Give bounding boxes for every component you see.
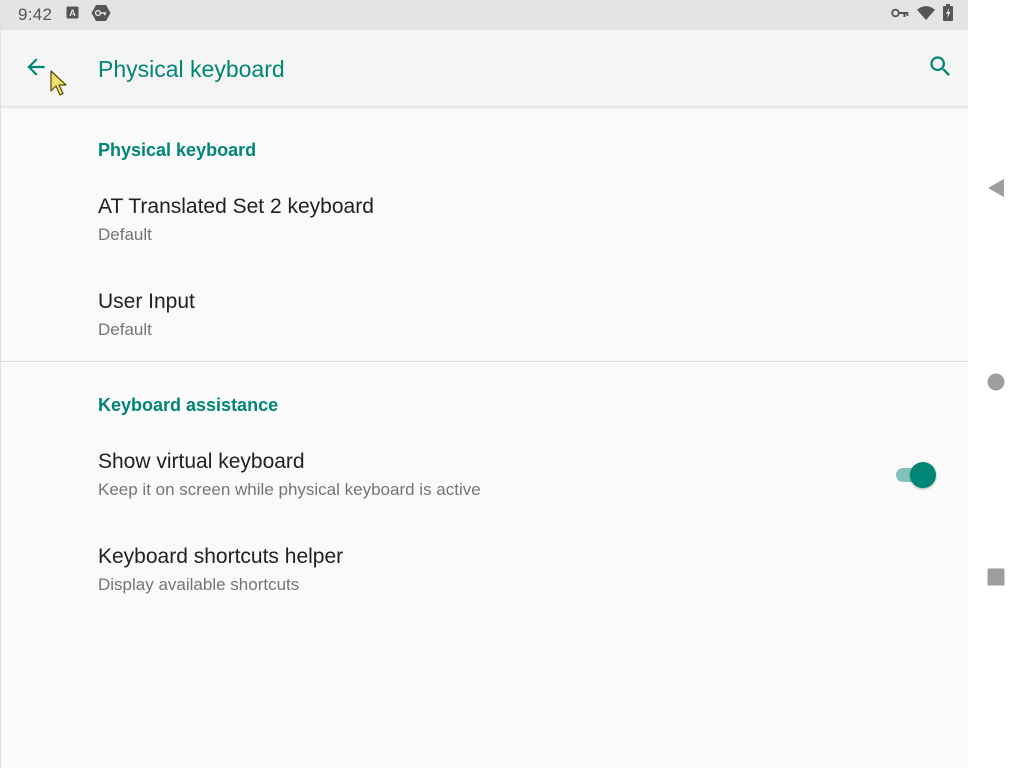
- toggle-thumb: [910, 462, 936, 488]
- show-virtual-keyboard-item[interactable]: Show virtual keyboard Keep it on screen …: [1, 450, 968, 510]
- section-divider: [1, 361, 968, 362]
- back-button[interactable]: [19, 52, 53, 86]
- item-summary: Default: [98, 225, 152, 244]
- arrow-back-icon: [23, 54, 49, 85]
- keyboard-item-user-input[interactable]: User Input Default: [1, 290, 968, 350]
- item-summary: Display available shortcuts: [98, 575, 300, 594]
- a-box-icon: A: [66, 6, 79, 24]
- item-summary: Keep it on screen while physical keyboar…: [98, 480, 481, 499]
- keyboard-item-at-translated[interactable]: AT Translated Set 2 keyboard Default: [1, 195, 968, 255]
- item-title: AT Translated Set 2 keyboard: [98, 195, 374, 218]
- app-bar: Physical keyboard: [1, 30, 968, 107]
- back-triangle-icon: [986, 178, 1006, 203]
- recents-square-icon: [986, 567, 1006, 592]
- section-header-physical-keyboard: Physical keyboard: [98, 140, 257, 160]
- nav-home-button[interactable]: [982, 370, 1010, 398]
- key-badge-icon: [91, 4, 111, 27]
- section-header-keyboard-assistance: Keyboard assistance: [98, 395, 279, 415]
- svg-text:A: A: [70, 8, 77, 18]
- settings-screen: 9:42 A Physical keyboard Physical keyboa…: [0, 0, 968, 768]
- navigation-bar: [968, 0, 1024, 768]
- keyboard-shortcuts-helper-item[interactable]: Keyboard shortcuts helper Display availa…: [1, 545, 968, 605]
- item-title: Keyboard shortcuts helper: [98, 545, 344, 568]
- wifi-icon: [917, 5, 935, 25]
- show-virtual-keyboard-toggle[interactable]: [894, 462, 936, 488]
- item-summary: Default: [98, 320, 152, 339]
- nav-recents-button[interactable]: [982, 565, 1010, 593]
- item-title: Show virtual keyboard: [98, 450, 305, 473]
- status-bar: 9:42 A: [1, 0, 968, 30]
- battery-icon: [943, 4, 953, 26]
- page-title: Physical keyboard: [98, 56, 285, 82]
- nav-back-button[interactable]: [982, 176, 1010, 204]
- search-button[interactable]: [923, 52, 957, 86]
- vpn-key-icon: [891, 6, 909, 24]
- item-title: User Input: [98, 290, 195, 313]
- search-icon: [927, 53, 954, 85]
- home-circle-icon: [986, 372, 1006, 397]
- status-time: 9:42: [18, 5, 53, 24]
